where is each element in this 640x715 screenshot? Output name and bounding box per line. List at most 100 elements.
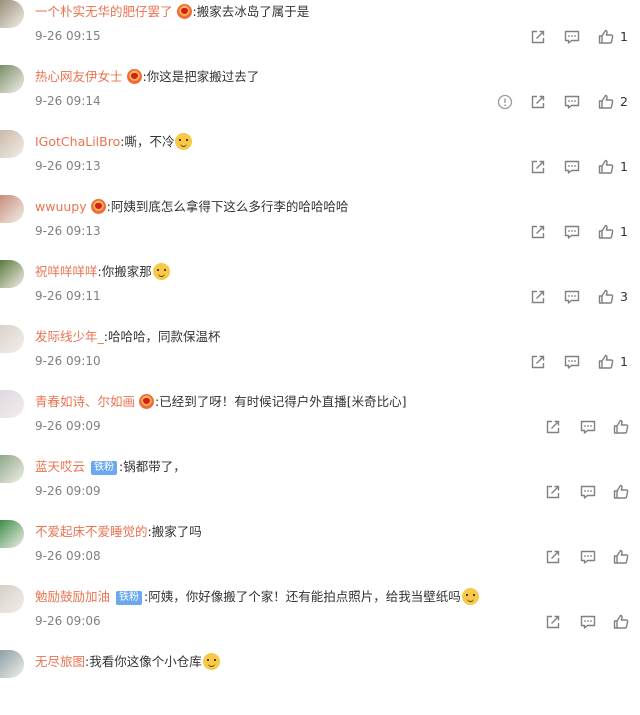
comment-text: 你搬家那 [101, 264, 152, 279]
comment-item: 热心网友伊女士:你这是把家搬过去了 9-26 09:14 2 [0, 65, 640, 130]
thumbs-up-icon [598, 29, 614, 44]
avatar[interactable] [0, 195, 24, 223]
comment-icon [564, 30, 580, 44]
comment-text: 我看你这像个小仓库 [89, 654, 202, 669]
comment-item: 无尽旅图:我看你这像个小仓库 [0, 650, 640, 715]
thumbs-up-icon [613, 614, 629, 629]
username-link[interactable]: 勉励鼓励加油 [35, 589, 110, 604]
username-link[interactable]: 不爱起床不爱睡觉的 [35, 524, 148, 539]
username-link[interactable]: 热心网友伊女士 [35, 69, 123, 84]
share-button[interactable] [528, 27, 548, 47]
comment-item: 蓝天哎云 铁粉:锅都带了， 9-26 09:09 [0, 455, 640, 520]
username-link[interactable]: 发际线少年_ [35, 329, 104, 344]
comment-icon [564, 225, 580, 239]
share-icon [531, 225, 545, 239]
share-button[interactable] [543, 612, 563, 632]
share-icon [546, 615, 560, 629]
report-button[interactable] [495, 92, 515, 112]
reply-button[interactable] [562, 92, 582, 112]
like-button[interactable] [611, 417, 631, 437]
like-button[interactable] [596, 27, 616, 47]
comment-item: 不爱起床不爱睡觉的:搬家了吗 9-26 09:08 [0, 520, 640, 585]
comment-text: 哈哈哈，同款保温杯 [107, 329, 221, 344]
reply-button[interactable] [562, 157, 582, 177]
username-link[interactable]: 青春如诗、尔如画 [35, 394, 135, 409]
like-button[interactable] [611, 482, 631, 502]
username-link[interactable]: 祝咩咩咩咩 [35, 264, 98, 279]
reply-button[interactable] [578, 417, 598, 437]
username-link[interactable]: IGotChaLilBro [35, 134, 120, 149]
vip-badge-icon [126, 69, 142, 84]
avatar[interactable] [0, 650, 24, 678]
like-button[interactable] [611, 547, 631, 567]
share-button[interactable] [528, 287, 548, 307]
comment-item: 一个朴实无华的肥仔罢了:搬家去冰岛了属于是 9-26 09:15 1 [0, 0, 640, 65]
share-icon [531, 160, 545, 174]
comment-line: 祝咩咩咩咩:你搬家那 [35, 263, 170, 281]
share-button[interactable] [528, 222, 548, 242]
comment-line: 勉励鼓励加油 铁粉:阿姨，你好像搬了个家！还有能拍点照片，给我当壁纸吗 [35, 588, 479, 606]
comment-text: 阿姨到底怎么拿得下这么多行李的哈哈哈哈 [110, 199, 349, 214]
thumbs-up-icon [613, 484, 629, 499]
like-count: 1 [620, 159, 628, 174]
reply-button[interactable] [562, 287, 582, 307]
comment-text: 搬家去冰岛了属于是 [196, 4, 310, 19]
like-button[interactable] [596, 352, 616, 372]
reply-button[interactable] [562, 27, 582, 47]
comment-line: IGotChaLilBro:嘶，不冷 [35, 133, 193, 151]
comment-text: 嘶，不冷 [124, 134, 175, 149]
comment-line: 热心网友伊女士:你这是把家搬过去了 [35, 68, 259, 86]
avatar[interactable] [0, 130, 24, 158]
like-button[interactable] [596, 287, 616, 307]
comment-line: wwuupy:阿姨到底怎么拿得下这么多行李的哈哈哈哈 [35, 198, 348, 216]
comment-line: 发际线少年_:哈哈哈，同款保温杯 [35, 328, 221, 346]
like-button[interactable] [596, 157, 616, 177]
comment-actions [0, 547, 640, 567]
comment-actions: 1 [0, 27, 640, 47]
avatar[interactable] [0, 65, 24, 93]
comment-text: 你这是把家搬过去了 [146, 69, 260, 84]
reply-button[interactable] [578, 547, 598, 567]
comment-text: 搬家了吗 [151, 524, 202, 539]
username-link[interactable]: wwuupy [35, 199, 87, 214]
like-button[interactable] [611, 612, 631, 632]
thumbs-up-icon [598, 354, 614, 369]
comment-icon [580, 550, 596, 564]
username-link[interactable]: 无尽旅图 [35, 654, 85, 669]
avatar[interactable] [0, 325, 24, 353]
reply-button[interactable] [562, 222, 582, 242]
comment-item: 青春如诗、尔如画:已经到了呀！有时候记得户外直播[米奇比心] 9-26 09:0… [0, 390, 640, 455]
like-button[interactable] [596, 92, 616, 112]
fan-badge: 铁粉 [91, 461, 118, 475]
share-button[interactable] [543, 417, 563, 437]
comment-item: 发际线少年_:哈哈哈，同款保温杯 9-26 09:10 1 [0, 325, 640, 390]
fan-badge: 铁粉 [116, 591, 143, 605]
share-button[interactable] [528, 92, 548, 112]
username-link[interactable]: 一个朴实无华的肥仔罢了 [35, 4, 173, 19]
comment-actions [0, 417, 640, 437]
vip-badge-icon [139, 394, 155, 409]
share-icon [531, 95, 545, 109]
avatar[interactable] [0, 260, 24, 288]
comment-icon [580, 615, 596, 629]
thumbs-up-icon [598, 94, 614, 109]
avatar[interactable] [0, 390, 24, 418]
report-icon [497, 94, 513, 110]
avatar[interactable] [0, 585, 24, 613]
share-button[interactable] [528, 352, 548, 372]
comment-text: 已经到了呀！有时候记得户外直播[米奇比心] [159, 394, 407, 409]
avatar[interactable] [0, 520, 24, 548]
avatar[interactable] [0, 455, 24, 483]
share-button[interactable] [528, 157, 548, 177]
share-button[interactable] [543, 482, 563, 502]
avatar[interactable] [0, 0, 24, 28]
doge-emoji-icon [461, 588, 479, 605]
reply-button[interactable] [578, 612, 598, 632]
share-button[interactable] [543, 547, 563, 567]
reply-button[interactable] [562, 352, 582, 372]
comment-text: 阿姨，你好像搬了个家！还有能拍点照片，给我当壁纸吗 [148, 589, 461, 604]
username-link[interactable]: 蓝天哎云 [35, 459, 85, 474]
comment-actions: 3 [0, 287, 640, 307]
like-button[interactable] [596, 222, 616, 242]
reply-button[interactable] [578, 482, 598, 502]
